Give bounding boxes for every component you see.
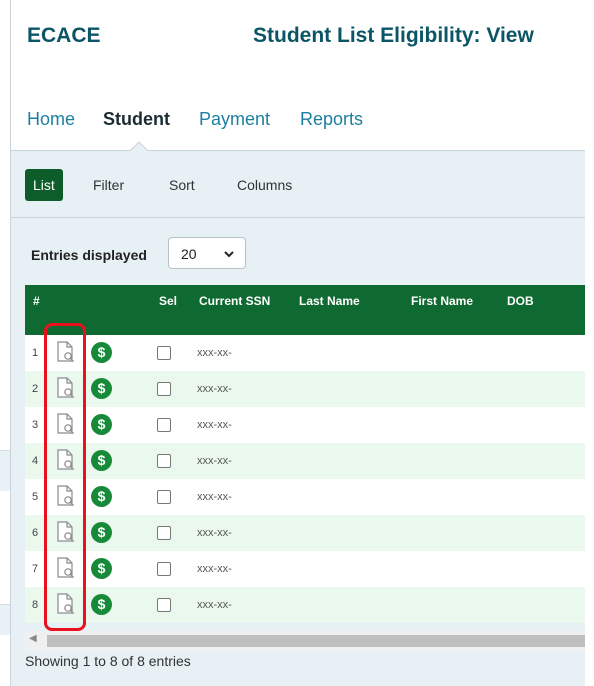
nav-item-payment[interactable]: Payment: [199, 109, 270, 130]
nav-item-home[interactable]: Home: [27, 109, 75, 130]
ssn-value: xxx-xx-: [197, 491, 232, 503]
row-number: 1: [32, 347, 39, 359]
entries-select[interactable]: 20: [168, 237, 246, 269]
row-number: 4: [32, 455, 39, 467]
table-row: 5 $ xxx-xx-: [25, 479, 585, 515]
column-header-current-ssn[interactable]: Current SSN: [199, 294, 270, 308]
brand-logo: ECACE: [27, 24, 101, 47]
table-row: 6 $ xxx-xx-: [25, 515, 585, 551]
dollar-icon[interactable]: $: [91, 522, 112, 543]
tab-list[interactable]: List: [25, 169, 63, 201]
row-number: 2: [32, 383, 39, 395]
header: ECACE Student List Eligibility: View Hom…: [11, 0, 585, 150]
select-checkbox[interactable]: [157, 418, 171, 432]
nav-item-student[interactable]: Student: [103, 109, 170, 130]
tab-sort[interactable]: Sort: [169, 169, 195, 201]
column-header-last-name[interactable]: Last Name: [299, 294, 360, 308]
content-panel: List Filter Sort Columns Entries display…: [11, 151, 585, 686]
dollar-icon[interactable]: $: [91, 558, 112, 579]
nav-divider: [11, 150, 585, 151]
select-checkbox[interactable]: [157, 598, 171, 612]
entries-value: 20: [181, 246, 197, 262]
ssn-value: xxx-xx-: [197, 599, 232, 611]
select-checkbox[interactable]: [157, 382, 171, 396]
select-checkbox[interactable]: [157, 490, 171, 504]
horizontal-scrollbar[interactable]: ◀: [25, 631, 585, 651]
table-row: 4 $ xxx-xx-: [25, 443, 585, 479]
dollar-icon[interactable]: $: [91, 594, 112, 615]
dollar-icon[interactable]: $: [91, 414, 112, 435]
column-header-sel[interactable]: Sel: [159, 294, 177, 308]
dollar-icon[interactable]: $: [91, 450, 112, 471]
select-checkbox[interactable]: [157, 346, 171, 360]
ssn-value: xxx-xx-: [197, 563, 232, 575]
entries-summary: Showing 1 to 8 of 8 entries: [25, 653, 191, 669]
ssn-value: xxx-xx-: [197, 383, 232, 395]
app-frame: ECACE Student List Eligibility: View Hom…: [10, 0, 594, 686]
chevron-down-icon: [223, 248, 235, 262]
nav-item-reports[interactable]: Reports: [300, 109, 363, 130]
table-row: 1 $ xxx-xx-: [25, 335, 585, 371]
dollar-icon[interactable]: $: [91, 486, 112, 507]
ssn-value: xxx-xx-: [197, 527, 232, 539]
select-checkbox[interactable]: [157, 526, 171, 540]
column-header-number[interactable]: #: [33, 294, 40, 308]
dollar-icon[interactable]: $: [91, 342, 112, 363]
select-checkbox[interactable]: [157, 454, 171, 468]
divider: [11, 217, 585, 218]
tab-filter[interactable]: Filter: [93, 169, 124, 201]
table-header: # Sel Current SSN Last Name First Name D…: [25, 285, 585, 335]
entries-label: Entries displayed: [31, 247, 147, 263]
row-number: 7: [32, 563, 39, 575]
ssn-value: xxx-xx-: [197, 347, 232, 359]
highlight-box: [44, 323, 86, 631]
select-checkbox[interactable]: [157, 562, 171, 576]
dollar-icon[interactable]: $: [91, 378, 112, 399]
scroll-left-icon[interactable]: ◀: [29, 633, 37, 644]
table-row: 8 $ xxx-xx-: [25, 587, 585, 623]
page-title: Student List Eligibility: View: [253, 24, 534, 47]
row-number: 6: [32, 527, 39, 539]
row-number: 3: [32, 419, 39, 431]
ssn-value: xxx-xx-: [197, 455, 232, 467]
ssn-value: xxx-xx-: [197, 419, 232, 431]
table-row: 3 $ xxx-xx-: [25, 407, 585, 443]
column-header-first-name[interactable]: First Name: [411, 294, 473, 308]
active-tab-caret-icon: [130, 141, 148, 158]
table-row: 2 $ xxx-xx-: [25, 371, 585, 407]
row-number: 5: [32, 491, 39, 503]
row-number: 8: [32, 599, 39, 611]
table-row: 7 $ xxx-xx-: [25, 551, 585, 587]
scrollbar-thumb[interactable]: [47, 635, 585, 647]
tab-columns[interactable]: Columns: [237, 169, 292, 201]
column-header-dob[interactable]: DOB: [507, 294, 534, 308]
